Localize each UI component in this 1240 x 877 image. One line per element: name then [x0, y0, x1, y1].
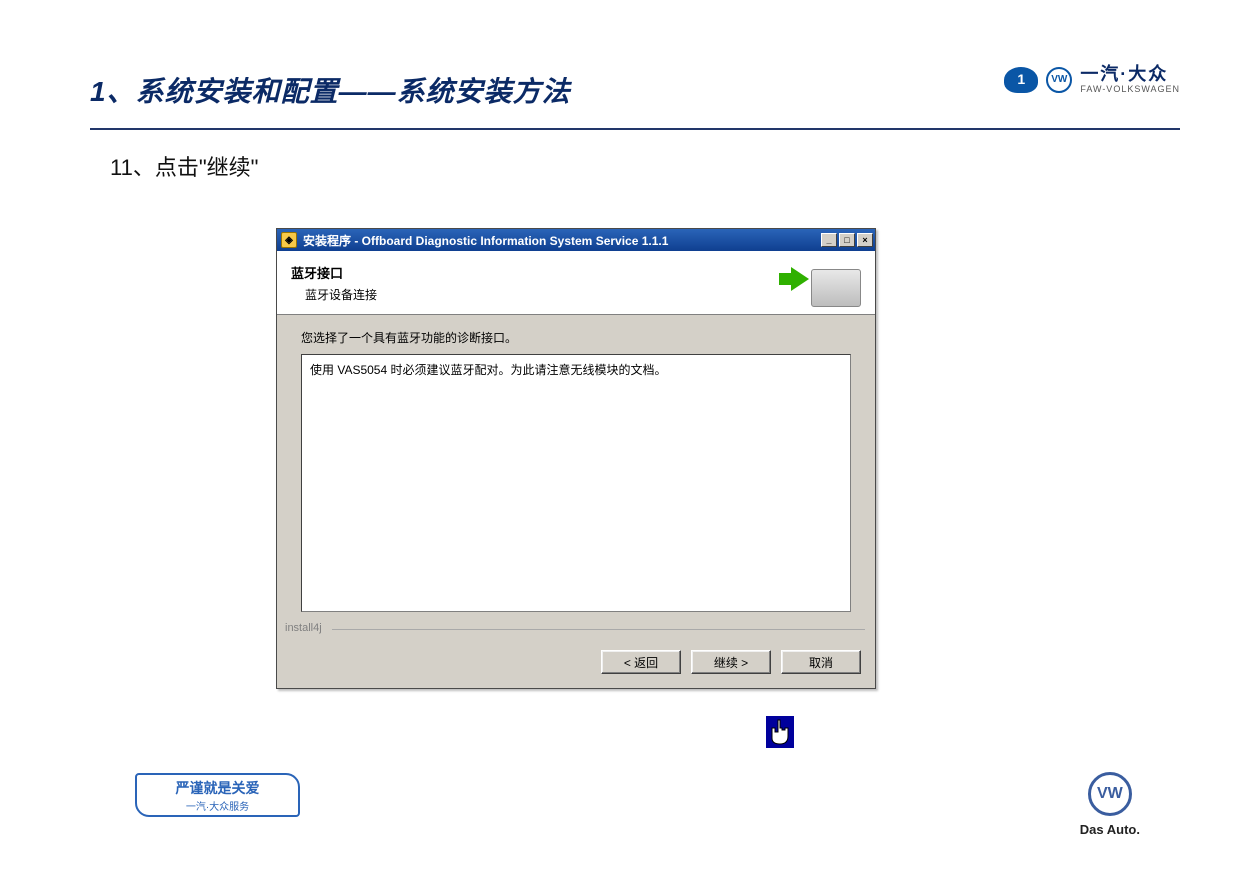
next-button[interactable]: 继续 > [691, 650, 771, 674]
close-icon: × [862, 236, 867, 245]
brand-name-cn: 一汽·大众 [1080, 65, 1180, 83]
vw-footer: VW Das Auto. [1080, 772, 1140, 837]
arrow-icon [791, 267, 809, 291]
brand-name-en: FAW-VOLKSWAGEN [1080, 85, 1180, 94]
monitor-icon [811, 269, 861, 307]
vw-mark: VW [1051, 74, 1067, 85]
close-button[interactable]: × [857, 233, 873, 247]
back-button[interactable]: < 返回 [601, 650, 681, 674]
faw-logo-icon [1004, 67, 1038, 93]
dialog-body: 您选择了一个具有蓝牙功能的诊断接口。 使用 VAS5054 时必须建议蓝牙配对。… [277, 315, 875, 620]
dialog-prompt: 您选择了一个具有蓝牙功能的诊断接口。 [301, 329, 851, 346]
header-graphic [791, 259, 861, 307]
info-textbox[interactable]: 使用 VAS5054 时必须建议蓝牙配对。为此请注意无线模块的文档。 [301, 354, 851, 612]
info-text: 使用 VAS5054 时必须建议蓝牙配对。为此请注意无线模块的文档。 [310, 363, 667, 377]
dialog-header-sub: 蓝牙设备连接 [305, 286, 377, 303]
window-title: 安装程序 - Offboard Diagnostic Information S… [303, 232, 815, 249]
vw-logo-icon: VW [1046, 67, 1072, 93]
titlebar-buttons: _ □ × [821, 233, 873, 247]
maximize-button[interactable]: □ [839, 233, 855, 247]
slide-header: 1、系统安装和配置——系统安装方法 VW 一汽·大众 FAW-VOLKSWAGE… [90, 70, 1180, 130]
step-instruction: 11、点击"继续" [110, 150, 258, 182]
minimize-button[interactable]: _ [821, 233, 837, 247]
titlebar[interactable]: ◈ 安装程序 - Offboard Diagnostic Information… [277, 229, 875, 251]
install4j-label: install4j [277, 620, 875, 640]
dialog-footer: < 返回 继续 > 取消 [277, 640, 875, 688]
maximize-icon: □ [844, 236, 849, 245]
das-auto-text: Das Auto. [1080, 822, 1140, 837]
installer-dialog: ◈ 安装程序 - Offboard Diagnostic Information… [276, 228, 876, 689]
service-badge-line1: 严谨就是关爱 [176, 778, 260, 798]
vw-logo-large-icon: VW [1088, 772, 1132, 816]
dialog-header-title: 蓝牙接口 [291, 263, 377, 282]
brand-text: 一汽·大众 FAW-VOLKSWAGEN [1080, 65, 1180, 94]
minimize-icon: _ [826, 236, 831, 245]
service-badge: 严谨就是关爱 一汽·大众服务 [135, 773, 300, 817]
cursor-hand-icon [766, 716, 794, 748]
brand-logos: VW 一汽·大众 FAW-VOLKSWAGEN [1004, 65, 1180, 94]
dialog-header: 蓝牙接口 蓝牙设备连接 [277, 251, 875, 315]
service-badge-line2: 一汽·大众服务 [186, 798, 249, 813]
cancel-button[interactable]: 取消 [781, 650, 861, 674]
app-icon: ◈ [281, 232, 297, 248]
vw-mark-large: VW [1097, 785, 1123, 803]
dialog-header-text: 蓝牙接口 蓝牙设备连接 [291, 263, 377, 303]
